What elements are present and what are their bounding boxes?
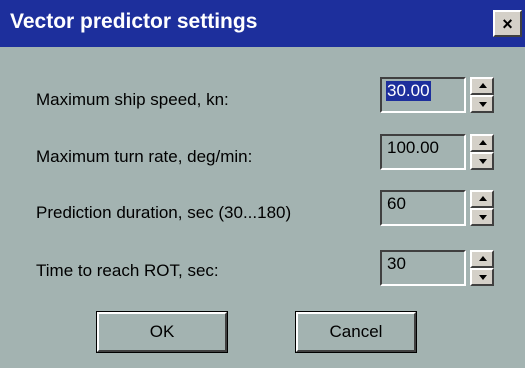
prediction-duration-spinner: 60 [380,190,500,226]
spin-down-icon [479,102,487,107]
time-to-reach-rot-input[interactable]: 30 [380,250,466,286]
max-turn-rate-spinner: 100.00 [380,134,500,170]
spin-down-icon [479,215,487,220]
prediction-duration-input[interactable]: 60 [380,190,466,226]
max-turn-rate-label: Maximum turn rate, deg/min: [36,147,253,166]
max-turn-rate-value: 100.00 [387,138,439,157]
max-ship-speed-spinner: 30.00 [380,77,500,113]
prediction-duration-down-button[interactable] [470,208,494,226]
ok-button[interactable]: OK [96,311,228,353]
max-turn-rate-input[interactable]: 100.00 [380,134,466,170]
close-icon: × [502,13,513,34]
time-to-reach-rot-up-button[interactable] [470,250,494,268]
cancel-button[interactable]: Cancel [295,311,417,353]
time-to-reach-rot-down-button[interactable] [470,268,494,286]
vector-predictor-dialog: Vector predictor settings × Maximum ship… [0,0,525,368]
max-ship-speed-label: Maximum ship speed, kn: [36,90,229,109]
spin-up-icon [479,196,487,201]
prediction-duration-up-button[interactable] [470,190,494,208]
prediction-duration-value: 60 [387,194,406,213]
max-turn-rate-down-button[interactable] [470,152,494,170]
prediction-duration-arrows [470,190,494,226]
max-ship-speed-arrows [470,77,494,113]
time-to-reach-rot-value: 30 [387,254,406,273]
max-ship-speed-value: 30.00 [386,81,431,101]
max-ship-speed-down-button[interactable] [470,95,494,113]
spin-down-icon [479,275,487,280]
time-to-reach-rot-spinner: 30 [380,250,500,286]
title-bar[interactable]: Vector predictor settings × [0,0,525,47]
window-title: Vector predictor settings [10,10,258,33]
spin-up-icon [479,140,487,145]
spin-down-icon [479,159,487,164]
time-to-reach-rot-arrows [470,250,494,286]
max-turn-rate-arrows [470,134,494,170]
time-to-reach-rot-label: Time to reach ROT, sec: [36,261,219,280]
spin-up-icon [479,256,487,261]
close-button[interactable]: × [493,10,522,37]
max-turn-rate-up-button[interactable] [470,134,494,152]
max-ship-speed-up-button[interactable] [470,77,494,95]
max-ship-speed-input[interactable]: 30.00 [380,77,466,113]
spin-up-icon [479,83,487,88]
prediction-duration-label: Prediction duration, sec (30...180) [36,203,292,222]
